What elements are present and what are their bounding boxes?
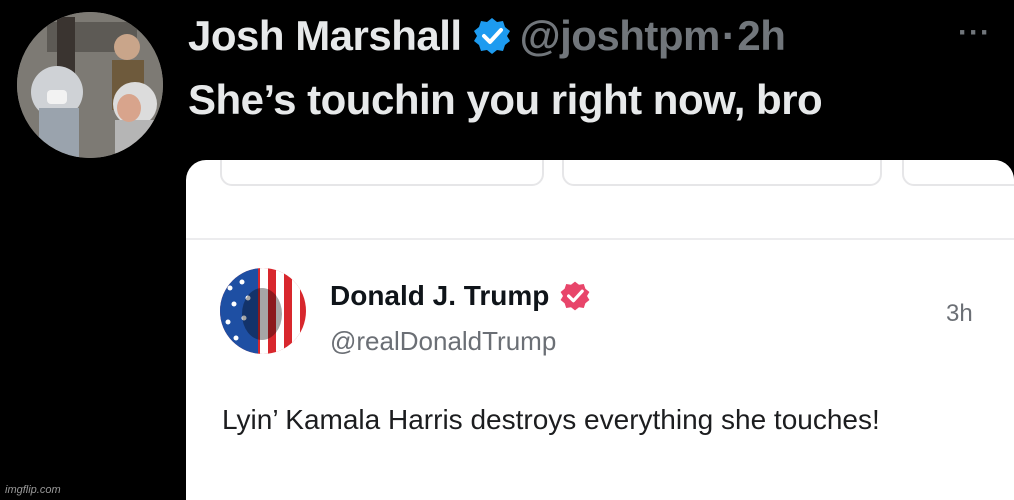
- watermark: imgflip.com: [5, 484, 61, 496]
- quoted-author-name-row: Donald J. Trump: [330, 280, 591, 312]
- author-name[interactable]: Josh Marshall: [188, 12, 462, 60]
- quoted-author-avatar[interactable]: [220, 268, 306, 354]
- quoted-post-card[interactable]: Donald J. Trump @realDonaldTrump 3h Lyin…: [186, 160, 1014, 500]
- card-top-button[interactable]: [902, 160, 1014, 186]
- tweet-text: She’s touchin you right now, bro: [188, 76, 823, 123]
- tweet-header: Josh Marshall @joshtpm · 2h: [188, 8, 786, 64]
- verified-badge-icon: [472, 16, 512, 56]
- verified-badge-icon: [559, 280, 591, 312]
- author-handle[interactable]: @joshtpm: [520, 12, 721, 60]
- flag-portrait-avatar: [220, 268, 306, 354]
- tweet-time[interactable]: 2h: [737, 12, 786, 60]
- separator-dot: ·: [721, 12, 736, 59]
- ellipsis-icon[interactable]: ···: [958, 18, 998, 48]
- author-avatar[interactable]: [17, 12, 163, 158]
- card-divider: [186, 238, 1014, 240]
- quoted-post-time[interactable]: 3h: [946, 300, 973, 328]
- avatar-photo: [17, 12, 163, 158]
- card-top-button[interactable]: [562, 160, 882, 186]
- quoted-author-name[interactable]: Donald J. Trump: [330, 280, 549, 312]
- quoted-post-text: Lyin’ Kamala Harris destroys everything …: [222, 404, 880, 435]
- quoted-author-handle[interactable]: @realDonaldTrump: [330, 326, 556, 357]
- card-top-button[interactable]: [220, 160, 544, 186]
